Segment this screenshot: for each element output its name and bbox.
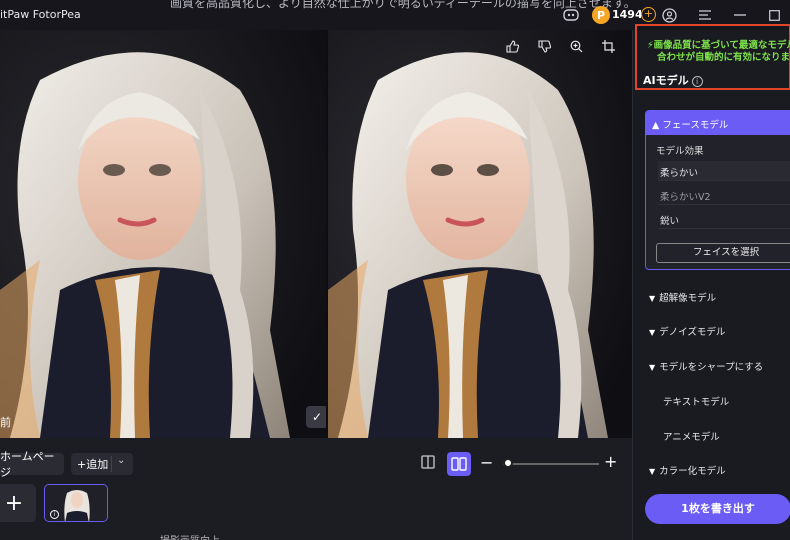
- confirm-compare-button[interactable]: ✓: [306, 406, 326, 428]
- coin-count: 1494: [612, 8, 643, 21]
- section-label: デノイズモデル: [659, 327, 726, 338]
- option-sharp[interactable]: 鋭い: [658, 209, 790, 229]
- section-anime-model[interactable]: アニメモデル: [663, 429, 720, 443]
- face-model-label: フェースモデル: [662, 120, 729, 131]
- section-label: モデルをシャープにする: [659, 362, 764, 373]
- right-panel: ⚡画像品質に基づいて最適なモデルの組み 合わせが自動的に有効になります。 AIモ…: [632, 24, 790, 540]
- section-sharpen[interactable]: ▼ モデルをシャープにする: [649, 359, 763, 373]
- caret-down-icon: ▼: [649, 328, 656, 337]
- notice-text-2: 合わせが自動的に有効になります。: [657, 52, 790, 63]
- thumbs-down-icon[interactable]: [538, 40, 556, 58]
- menu-icon[interactable]: [697, 7, 713, 23]
- bottom-toolbar: ホームページ +追加 ⌄ − + + i: [0, 438, 632, 540]
- section-label: 超解像モデル: [659, 293, 717, 304]
- thumbs-up-icon[interactable]: [506, 40, 524, 58]
- caret-down-icon: ▼: [649, 467, 656, 476]
- crop-icon[interactable]: [602, 40, 620, 58]
- split-view-icon[interactable]: [447, 452, 471, 476]
- enhanced-preview[interactable]: [328, 30, 632, 438]
- ai-model-label: AIモデル: [643, 74, 689, 87]
- zoom-in-icon[interactable]: [570, 40, 588, 58]
- add-button-label: +追加: [77, 458, 109, 471]
- section-text-model[interactable]: テキストモデル: [663, 394, 729, 408]
- zoom-slider[interactable]: [503, 463, 599, 465]
- caret-down-icon: ▼: [649, 294, 656, 303]
- caret-up-icon: ▲: [652, 120, 660, 131]
- add-button[interactable]: +追加 ⌄: [71, 453, 133, 475]
- preview-area: 前 ✓: [0, 30, 632, 438]
- portrait-original-image: [0, 30, 326, 438]
- chevron-down-icon[interactable]: ⌄: [117, 455, 125, 466]
- option-soft[interactable]: 柔らかい: [658, 161, 790, 181]
- coin-icon: P: [592, 6, 610, 24]
- original-preview[interactable]: 前 ✓: [0, 30, 326, 438]
- notice-text-1: 画像品質に基づいて最適なモデルの組み: [653, 40, 790, 51]
- lightning-icon: ⚡: [647, 40, 654, 51]
- select-face-button[interactable]: フェイスを選択: [656, 243, 790, 263]
- section-label: カラー化モデル: [659, 466, 726, 477]
- info-icon[interactable]: i: [50, 510, 59, 519]
- section-denoise[interactable]: ▼ デノイズモデル: [649, 324, 725, 338]
- discord-icon[interactable]: [563, 7, 579, 23]
- option-soft-v2[interactable]: 柔らかいV2: [658, 185, 790, 205]
- add-image-button[interactable]: +: [0, 484, 36, 522]
- account-icon[interactable]: [661, 7, 677, 23]
- face-model-header[interactable]: ▲ フェースモデル: [646, 111, 790, 135]
- before-label: 前: [0, 416, 11, 429]
- zoom-slider-handle[interactable]: [502, 458, 513, 468]
- zoom-out-button[interactable]: −: [480, 453, 493, 472]
- section-super-resolution[interactable]: ▼ 超解像モデル: [649, 290, 716, 304]
- notice-line-1: ⚡画像品質に基づいて最適なモデルの組み: [647, 40, 790, 52]
- info-icon[interactable]: i: [691, 76, 703, 87]
- app-title: itPaw FotorPea: [0, 8, 81, 21]
- overlay-caption-bottom: 撮影画質向上: [160, 532, 220, 540]
- home-button[interactable]: ホームページ: [0, 450, 64, 479]
- maximize-icon[interactable]: [766, 7, 782, 23]
- section-colorize[interactable]: ▼ カラー化モデル: [649, 463, 726, 477]
- caret-down-icon: ▼: [649, 363, 656, 372]
- portrait-enhanced-image: [328, 30, 632, 438]
- single-view-icon[interactable]: [420, 454, 440, 474]
- buy-coins-button[interactable]: +: [641, 7, 656, 22]
- add-button-separator: [111, 456, 112, 472]
- zoom-in-button[interactable]: +: [604, 452, 617, 471]
- export-button[interactable]: 1枚を書き出す: [645, 494, 790, 524]
- face-model-card: ▲ フェースモデル モデル効果 柔らかい 柔らかいV2 鋭い フェイスを選択: [645, 110, 790, 270]
- image-thumbnail[interactable]: i: [44, 484, 108, 522]
- model-effect-label: モデル効果: [656, 146, 704, 157]
- minimize-icon[interactable]: [732, 7, 748, 23]
- ai-model-heading: AIモデル i: [643, 72, 703, 88]
